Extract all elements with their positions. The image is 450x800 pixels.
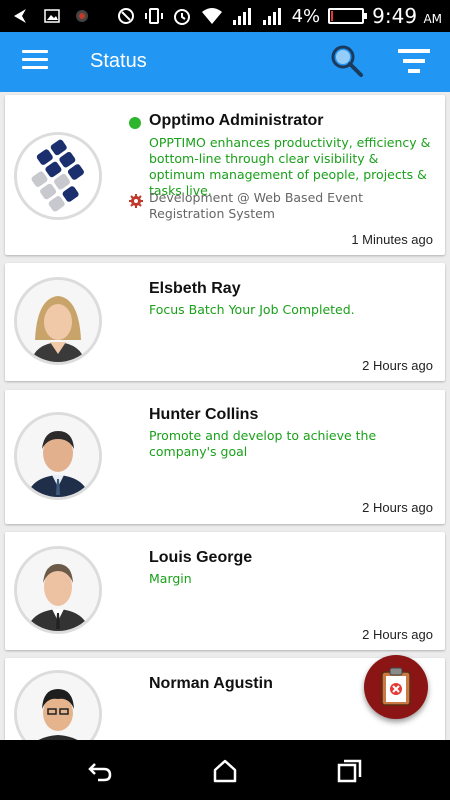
status-message: Focus Batch Your Job Completed. <box>149 302 355 317</box>
avatar <box>14 412 102 500</box>
timestamp: 1 Minutes ago <box>351 232 433 247</box>
app-notification-icon <box>76 10 88 22</box>
clipboard-icon <box>381 667 411 706</box>
system-navigation-bar <box>0 740 450 800</box>
user-name[interactable]: Hunter Collins <box>149 406 258 424</box>
wifi-icon <box>201 8 222 24</box>
clock-ampm: AM <box>423 12 442 26</box>
status-card[interactable]: Hunter Collins Promote and develop to ac… <box>5 390 445 524</box>
signal-icon-2 <box>262 8 281 25</box>
timestamp: 2 Hours ago <box>362 500 433 515</box>
battery-percent: 4% <box>291 5 321 27</box>
filter-icon[interactable] <box>398 48 430 74</box>
battery-icon <box>328 8 368 24</box>
alarm-icon <box>173 9 190 25</box>
avatar <box>14 277 102 365</box>
person-photo <box>17 415 99 497</box>
avatar <box>14 132 102 220</box>
gear-icon <box>129 194 143 208</box>
status-card[interactable]: Elsbeth Ray Focus Batch Your Job Complet… <box>5 263 445 381</box>
timestamp: 2 Hours ago <box>362 627 433 642</box>
signal-icon <box>232 8 251 25</box>
search-icon[interactable] <box>330 44 364 78</box>
project-label: Development @ Web Based Event Registrati… <box>149 190 363 221</box>
user-name[interactable]: Opptimo Administrator <box>149 112 324 130</box>
status-feed[interactable]: Opptimo Administrator OPPTIMO enhances p… <box>0 92 450 740</box>
system-status-bar: 4% 9:49 AM <box>0 0 450 32</box>
avatar <box>14 670 102 740</box>
notification-icons <box>10 6 90 26</box>
user-name[interactable]: Louis George <box>149 549 252 567</box>
vibrate-icon <box>144 8 163 24</box>
person-photo <box>17 280 99 362</box>
user-name[interactable]: Norman Agustin <box>149 675 273 693</box>
person-photo <box>17 549 99 631</box>
app-bar: Status <box>0 32 450 92</box>
status-card[interactable]: Opptimo Administrator OPPTIMO enhances p… <box>5 95 445 255</box>
image-notification-icon <box>44 9 60 23</box>
status-message: Margin <box>149 571 192 586</box>
rotate-icon <box>117 8 134 24</box>
status-card[interactable]: Louis George Margin 2 Hours ago <box>5 532 445 650</box>
back-arrow-notification-icon <box>14 9 26 23</box>
recents-icon[interactable] <box>337 758 363 784</box>
online-status-dot <box>129 117 141 129</box>
status-message: Promote and develop to achieve the compa… <box>149 428 377 459</box>
timestamp: 2 Hours ago <box>362 358 433 373</box>
user-name[interactable]: Elsbeth Ray <box>149 280 241 298</box>
clock: 9:49 AM <box>372 4 442 28</box>
page-title: Status <box>90 50 147 72</box>
hamburger-menu-icon[interactable] <box>22 50 48 72</box>
back-icon[interactable] <box>87 758 113 784</box>
add-status-fab[interactable] <box>364 655 428 719</box>
clock-time: 9:49 <box>372 4 418 28</box>
avatar <box>14 546 102 634</box>
home-icon[interactable] <box>212 758 238 784</box>
opptimo-logo <box>17 135 99 217</box>
person-photo <box>17 673 99 740</box>
system-indicators: 4% 9:49 AM <box>116 4 442 28</box>
